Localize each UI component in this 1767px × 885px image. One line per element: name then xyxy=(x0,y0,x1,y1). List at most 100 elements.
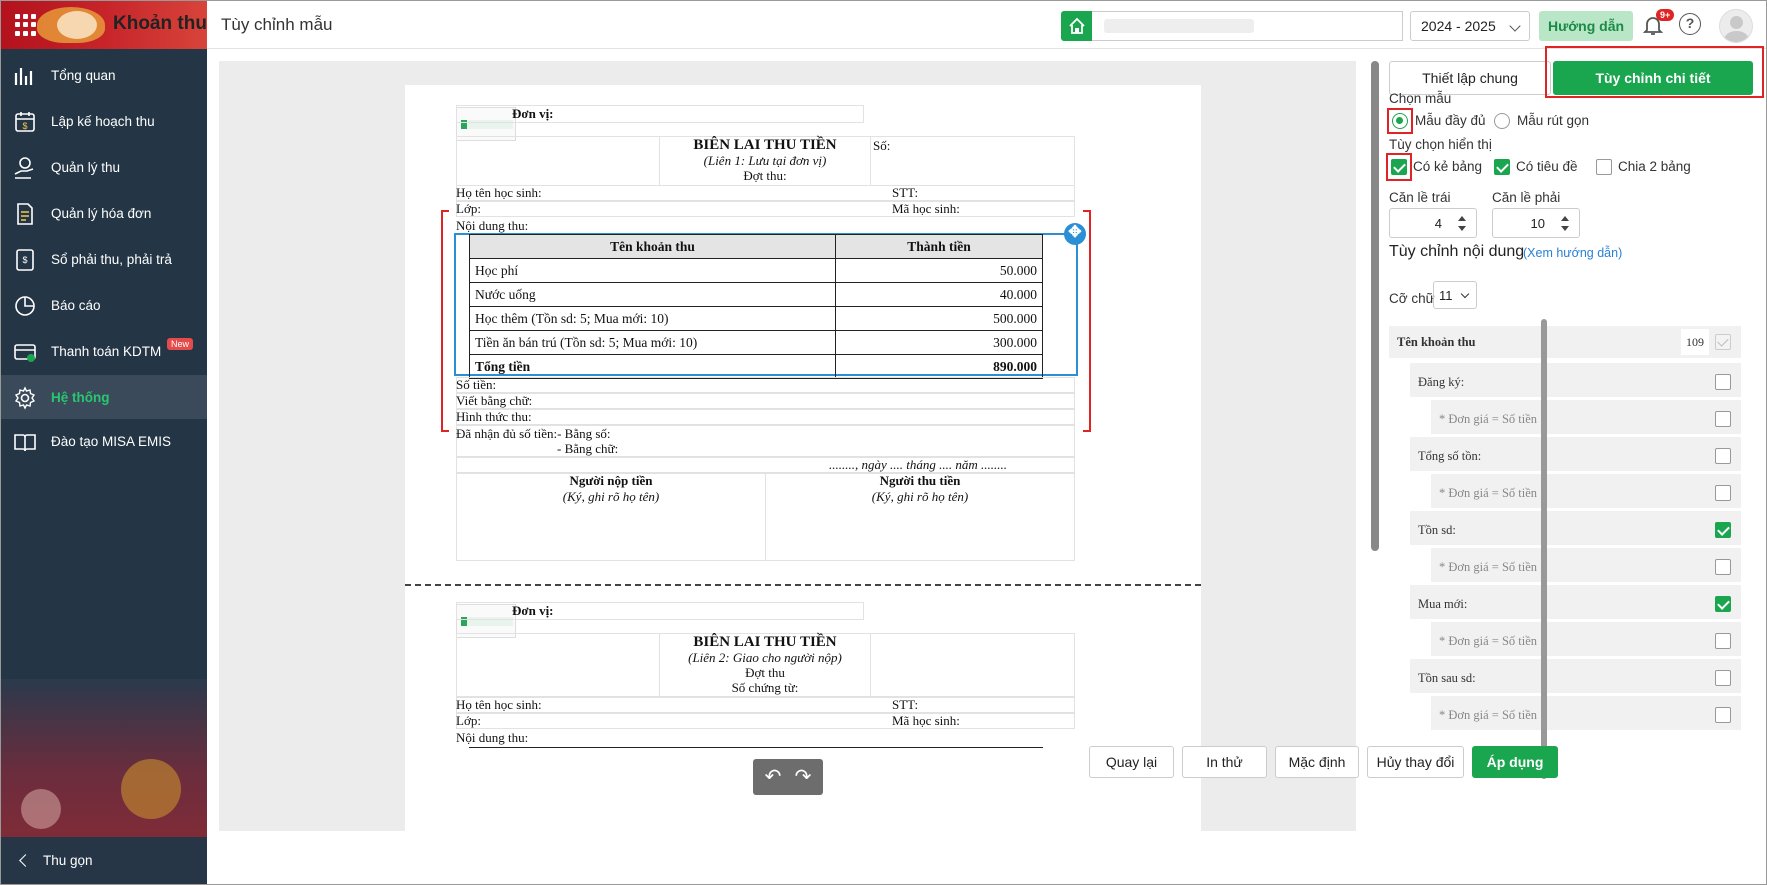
fee-name: Tiền ăn bán trú (Tồn sd: 5; Mua mới: 10) xyxy=(469,330,836,355)
sidebar-item-label: Quản lý thu xyxy=(51,160,121,175)
field-row[interactable]: Tồn sd: xyxy=(1410,511,1741,545)
sidebar-item-ledger[interactable]: $ Sổ phải thu, phải trả xyxy=(1,237,207,281)
fee-name: Học thêm (Tồn sd: 5; Mua mới: 10) xyxy=(469,306,836,331)
content-section-marker-right xyxy=(1083,210,1091,432)
field-label: * Đơn giá = Số tiền xyxy=(1439,412,1538,426)
gear-icon xyxy=(14,386,36,410)
fee-amount: 500.000 xyxy=(835,306,1043,331)
margin-left-input[interactable]: 4 xyxy=(1389,208,1477,238)
tab-general-settings[interactable]: Thiết lập chung xyxy=(1389,61,1551,95)
sidebar-item-label: Đào tạo MISA EMIS xyxy=(51,434,172,449)
field-checkbox[interactable] xyxy=(1715,707,1731,723)
method-label: Hình thức thu: xyxy=(456,409,532,424)
sidebar-item-invoice[interactable]: Quản lý hóa đơn xyxy=(1,191,207,235)
field-row[interactable]: * Đơn giá = Số tiền xyxy=(1431,622,1741,656)
number-label: Số: xyxy=(873,138,891,153)
sidebar-item-system[interactable]: Hệ thống xyxy=(1,375,207,419)
sidebar-item-collect[interactable]: Quản lý thu xyxy=(1,145,207,189)
titles-checkbox[interactable] xyxy=(1494,159,1510,175)
unit-label: Đơn vị: xyxy=(512,106,554,121)
default-button[interactable]: Mặc định xyxy=(1275,746,1359,778)
field-row[interactable]: * Đơn giá = Số tiền xyxy=(1431,696,1741,730)
chevron-down-icon xyxy=(1460,289,1470,299)
guide-button[interactable]: Hướng dẫn xyxy=(1539,11,1633,41)
split-table-label[interactable]: Chia 2 bảng xyxy=(1618,159,1691,174)
field-row[interactable]: Tổng số tồn: xyxy=(1410,437,1741,471)
field-row[interactable]: * Đơn giá = Số tiền xyxy=(1431,400,1741,434)
stt-label: STT: xyxy=(892,697,919,712)
apply-button[interactable]: Áp dụng xyxy=(1472,746,1558,778)
receipt-title: BIÊN LAI THU TIỀN xyxy=(693,137,837,153)
print-test-button[interactable]: In thử xyxy=(1182,746,1267,778)
fee-col-header[interactable]: Tên khoản thu xyxy=(469,234,836,259)
spin-down-icon[interactable] xyxy=(1458,226,1466,231)
titles-label[interactable]: Có tiêu đề xyxy=(1516,159,1578,174)
sidebar-item-plan[interactable]: $ Lập kế hoạch thu xyxy=(1,99,207,143)
font-size-select[interactable]: 11 xyxy=(1433,281,1477,309)
field-row[interactable]: Đăng ký: xyxy=(1410,363,1741,397)
margin-right-input[interactable]: 10 xyxy=(1492,208,1580,238)
help-icon[interactable]: ? xyxy=(1679,13,1701,35)
received-words-label: - Bằng chữ: xyxy=(557,441,619,456)
settings-panel: Thiết lập chung Tùy chỉnh chi tiết Chọn … xyxy=(1379,46,1766,837)
back-button[interactable]: Quay lại xyxy=(1089,746,1174,778)
sidebar-item-payment[interactable]: Thanh toán KDTM New xyxy=(1,329,207,373)
total-amount: 890.000 xyxy=(835,354,1043,379)
app-grid-icon[interactable] xyxy=(15,14,37,36)
sidebar-item-label: Sổ phải thu, phải trả xyxy=(51,252,172,267)
fee-table[interactable]: Tên khoản thu Thành tiền Học phí 50.000 Nư… xyxy=(469,234,1043,379)
field-row[interactable]: * Đơn giá = Số tiền xyxy=(1431,548,1741,582)
sidebar-item-report[interactable]: Báo cáo xyxy=(1,283,207,327)
split-table-checkbox[interactable] xyxy=(1596,159,1612,175)
avatar[interactable] xyxy=(1719,9,1753,43)
sidebar-item-label: Báo cáo xyxy=(51,298,101,313)
spin-down-icon[interactable] xyxy=(1561,226,1569,231)
total-label: Tổng tiền xyxy=(469,354,836,379)
field-checkbox[interactable] xyxy=(1715,670,1731,686)
help-link[interactable]: (Xem hướng dẫn) xyxy=(1523,246,1622,260)
col-width-input[interactable]: 109 xyxy=(1681,329,1709,355)
field-checkbox[interactable] xyxy=(1715,596,1731,612)
margin-left-value: 4 xyxy=(1434,216,1442,231)
field-checkbox[interactable] xyxy=(1715,522,1731,538)
redo-icon[interactable]: ↷ xyxy=(793,767,813,787)
receipt-paper: Đơn vị: BIÊN LAI THU TIỀN (Liên 1: Lưu t… xyxy=(405,85,1201,831)
sidebar-item-overview[interactable]: Tổng quan xyxy=(1,53,207,97)
move-handle-icon[interactable]: ✥ xyxy=(1064,223,1086,245)
field-checkbox[interactable] xyxy=(1715,485,1731,501)
spin-up-icon[interactable] xyxy=(1561,216,1569,221)
cancel-changes-button[interactable]: Hủy thay đổi xyxy=(1367,746,1464,778)
template-short-label[interactable]: Mẫu rút gọn xyxy=(1517,113,1589,128)
amount-label: Số tiền: xyxy=(456,377,497,392)
custom-content-label: Tùy chỉnh nội dung xyxy=(1389,243,1525,260)
panel-scrollbar[interactable] xyxy=(1541,319,1547,779)
amount-col-header[interactable]: Thành tiền xyxy=(835,234,1043,259)
field-checkbox[interactable] xyxy=(1715,411,1731,427)
collapse-sidebar-button[interactable]: Thu gọn xyxy=(1,837,207,884)
template-short-radio[interactable] xyxy=(1494,113,1510,129)
field-row[interactable]: Tồn sau sd: xyxy=(1410,659,1741,693)
preview-scrollbar[interactable] xyxy=(1371,61,1379,551)
field-row[interactable]: * Đơn giá = Số tiền xyxy=(1431,474,1741,508)
home-button[interactable] xyxy=(1061,11,1092,41)
collapse-label: Thu gọn xyxy=(43,853,93,868)
field-checkbox[interactable] xyxy=(1715,559,1731,575)
field-checkbox[interactable] xyxy=(1715,374,1731,390)
borders-label[interactable]: Có kẻ bảng xyxy=(1413,159,1482,174)
school-year-select[interactable]: 2024 - 2025 xyxy=(1410,11,1530,41)
sidebar-item-label: Hệ thống xyxy=(51,390,110,405)
col-fee-name-label: Tên khoản thu xyxy=(1397,335,1476,349)
spin-up-icon[interactable] xyxy=(1458,216,1466,221)
field-checkbox[interactable] xyxy=(1715,633,1731,649)
col-fee-name-row[interactable]: Tên khoản thu 109 xyxy=(1389,326,1741,358)
field-checkbox[interactable] xyxy=(1715,448,1731,464)
batch-label: Đợt thu: xyxy=(743,168,787,183)
school-field[interactable] xyxy=(1092,11,1403,41)
undo-icon[interactable]: ↶ xyxy=(763,767,783,787)
preview-canvas[interactable]: Đơn vị: BIÊN LAI THU TIỀN (Liên 1: Lưu t… xyxy=(219,61,1356,831)
new-badge: New xyxy=(167,338,194,350)
app-title: Khoản thu xyxy=(113,13,207,34)
field-row[interactable]: Mua mới: xyxy=(1410,585,1741,619)
sidebar-item-training[interactable]: Đào tạo MISA EMIS xyxy=(1,419,207,463)
template-full-label[interactable]: Mẫu đầy đủ xyxy=(1415,113,1486,128)
